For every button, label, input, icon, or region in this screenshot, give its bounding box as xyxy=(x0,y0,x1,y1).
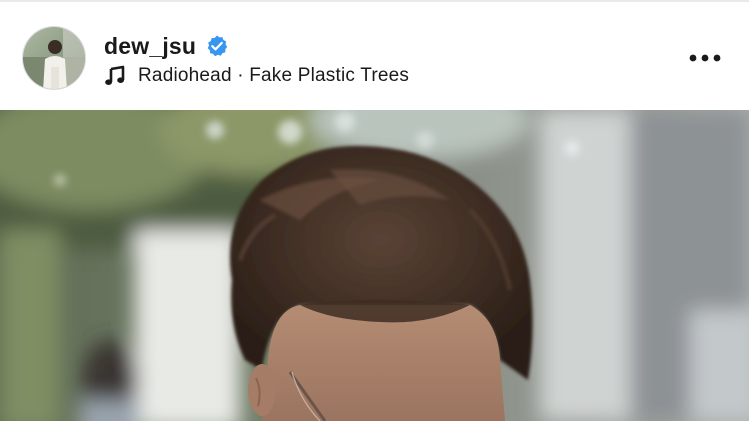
post-photo[interactable] xyxy=(0,110,749,421)
post-photo-image xyxy=(0,110,749,421)
avatar-image xyxy=(23,27,85,89)
avatar[interactable] xyxy=(22,26,86,90)
username[interactable]: dew_jsu xyxy=(104,33,196,60)
music-info[interactable]: Radiohead · Fake Plastic Trees xyxy=(104,63,409,89)
music-track: Fake Plastic Trees xyxy=(249,65,410,86)
post-screen: dew_jsu Radiohead · Fake Plastic Trees xyxy=(0,0,749,421)
music-artist: Radiohead xyxy=(138,65,232,86)
music-note-icon xyxy=(104,65,126,87)
username-row: dew_jsu xyxy=(104,30,229,62)
more-options-button[interactable] xyxy=(680,42,728,74)
post-header: dew_jsu Radiohead · Fake Plastic Trees xyxy=(0,2,749,109)
more-options-icon xyxy=(689,54,721,62)
verified-badge-icon xyxy=(205,34,229,58)
music-separator: · xyxy=(231,65,250,86)
